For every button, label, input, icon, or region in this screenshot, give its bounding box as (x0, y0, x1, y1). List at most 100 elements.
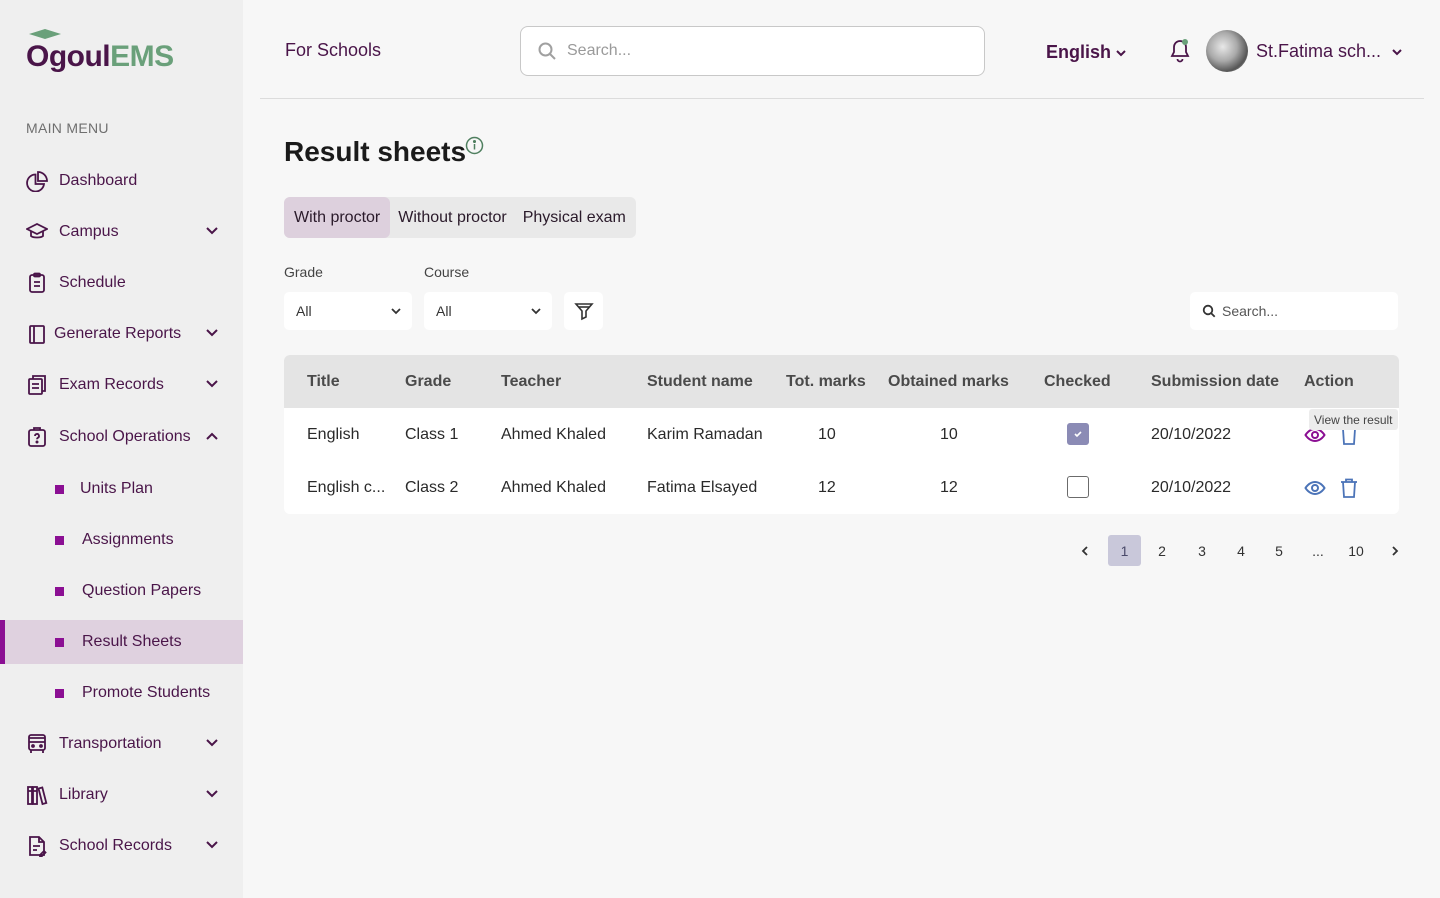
cell-total-marks: 12 (818, 479, 836, 496)
checked-checkbox[interactable] (1067, 476, 1089, 498)
tab-without-proctor[interactable]: Without proctor (390, 197, 514, 238)
sidebar-subitem-label: Assignments (82, 531, 174, 548)
sidebar-item-label: Library (59, 786, 108, 803)
sidebar-item-campus[interactable]: Campus (0, 210, 243, 254)
language-label: English (1046, 42, 1112, 62)
sidebar-item-exam-records[interactable]: Exam Records (0, 363, 243, 407)
avatar[interactable] (1206, 30, 1248, 72)
table-header: Title Grade Teacher Student name Tot. ma… (284, 355, 1399, 408)
sidebar-item-label: Dashboard (59, 172, 138, 189)
language-selector[interactable]: English (1046, 42, 1127, 63)
column-header-student-name[interactable]: Student name (647, 373, 753, 391)
records-icon (26, 835, 48, 857)
grade-select[interactable]: All (284, 292, 412, 330)
sidebar-item-generate-reports[interactable]: Generate Reports (0, 312, 243, 356)
search-icon (1202, 304, 1216, 318)
pagination-page-1[interactable]: 1 (1108, 535, 1141, 566)
book-icon (26, 323, 48, 345)
chevron-left-icon (1081, 545, 1088, 556)
pagination-prev[interactable] (1075, 535, 1095, 566)
logo[interactable]: Ogoul EMS (26, 29, 174, 74)
documents-icon (26, 374, 48, 396)
pagination-page-4[interactable]: 4 (1231, 535, 1251, 566)
cell-obtained-marks: 12 (940, 479, 958, 496)
global-search[interactable] (520, 26, 985, 76)
pagination-next[interactable] (1385, 535, 1405, 566)
user-name: St.Fatima sch... (1256, 41, 1382, 61)
course-select[interactable]: All (424, 292, 552, 330)
tab-physical-exam[interactable]: Physical exam (515, 197, 636, 238)
notification-bell[interactable] (1168, 38, 1192, 69)
column-header-grade[interactable]: Grade (405, 373, 451, 391)
library-icon (26, 784, 48, 806)
pagination-page-3[interactable]: 3 (1192, 535, 1212, 566)
info-icon[interactable] (465, 136, 484, 160)
cell-title: English (307, 426, 360, 443)
sidebar-subitem-promote-students[interactable]: Promote Students (0, 671, 243, 715)
trash-icon (1341, 478, 1357, 498)
sidebar-subitem-label: Promote Students (82, 684, 211, 701)
sidebar-subitem-question-papers[interactable]: Question Papers (0, 569, 243, 613)
column-header-action: Action (1304, 373, 1354, 390)
column-header-obtained-marks[interactable]: Obtained marks (888, 373, 1009, 391)
sidebar-subitem-assignments[interactable]: Assignments (0, 518, 243, 562)
chevron-down-icon (531, 308, 541, 315)
chevron-down-icon (1392, 48, 1402, 55)
sidebar-subitem-units-plan[interactable]: Units Plan (0, 467, 243, 511)
graduation-cap-icon (26, 221, 48, 243)
pie-chart-icon (26, 170, 48, 192)
grade-select-value: All (296, 303, 312, 319)
column-header-total-marks[interactable]: Tot. marks (786, 373, 866, 391)
cell-teacher: Ahmed Khaled (501, 426, 606, 443)
sidebar-item-label: School Operations (59, 428, 191, 445)
tab-with-proctor[interactable]: With proctor (284, 197, 391, 238)
sidebar-item-library[interactable]: Library (0, 773, 243, 817)
pagination-page-5[interactable]: 5 (1269, 535, 1289, 566)
cell-submission-date: 20/10/2022 (1151, 479, 1232, 496)
sidebar-item-school-records[interactable]: School Records (0, 824, 243, 868)
sidebar-item-dashboard[interactable]: Dashboard (0, 159, 243, 203)
course-filter-label: Course (424, 264, 470, 280)
chevron-down-icon (206, 739, 218, 747)
sidebar-item-label: Generate Reports (54, 325, 182, 342)
table-search[interactable] (1190, 292, 1398, 330)
for-schools-link[interactable]: For Schools (285, 40, 381, 61)
sidebar-item-label: School Records (59, 837, 172, 854)
chevron-up-icon (206, 432, 218, 440)
global-search-input[interactable] (567, 42, 947, 60)
delete-button[interactable] (1339, 477, 1359, 504)
view-result-button[interactable] (1304, 477, 1326, 504)
sidebar-item-schedule[interactable]: Schedule (0, 261, 243, 305)
cell-obtained-marks: 10 (940, 426, 958, 443)
chevron-down-icon (391, 308, 401, 315)
bell-icon (1170, 39, 1190, 63)
sidebar-item-label: Schedule (59, 274, 126, 291)
sidebar-subitem-result-sheets[interactable]: Result Sheets (0, 620, 243, 664)
checked-checkbox[interactable] (1067, 423, 1089, 445)
sidebar-item-transportation[interactable]: Transportation (0, 722, 243, 766)
course-select-value: All (436, 303, 452, 319)
filter-button[interactable] (564, 292, 603, 330)
question-document-icon (26, 426, 48, 448)
cell-submission-date: 20/10/2022 (1151, 426, 1232, 443)
sidebar-subitem-label: Result Sheets (82, 633, 182, 650)
sidebar-item-school-operations[interactable]: School Operations (0, 415, 243, 459)
pagination-ellipsis: ... (1312, 542, 1324, 559)
pagination-page-2[interactable]: 2 (1152, 535, 1172, 566)
filter-icon (573, 303, 594, 321)
page-title: Result sheets (284, 136, 467, 167)
main-menu-caption: MAIN MENU (26, 120, 109, 136)
column-header-submission-date[interactable]: Submission date (1151, 373, 1279, 391)
column-header-title[interactable]: Title (307, 373, 340, 391)
table-search-input[interactable] (1222, 303, 1392, 319)
pagination-page-10[interactable]: 10 (1346, 535, 1366, 566)
sidebar-item-label: Exam Records (59, 376, 164, 393)
chevron-right-icon (1392, 545, 1399, 556)
column-header-checked[interactable]: Checked (1044, 373, 1111, 391)
column-header-teacher[interactable]: Teacher (501, 373, 561, 391)
user-menu[interactable]: St.Fatima sch... (1256, 41, 1403, 62)
logo-text-ems: EMS (110, 40, 174, 73)
sidebar-item-label: Campus (59, 223, 119, 240)
sidebar-item-label: Transportation (59, 735, 162, 752)
cell-grade: Class 2 (405, 479, 459, 496)
